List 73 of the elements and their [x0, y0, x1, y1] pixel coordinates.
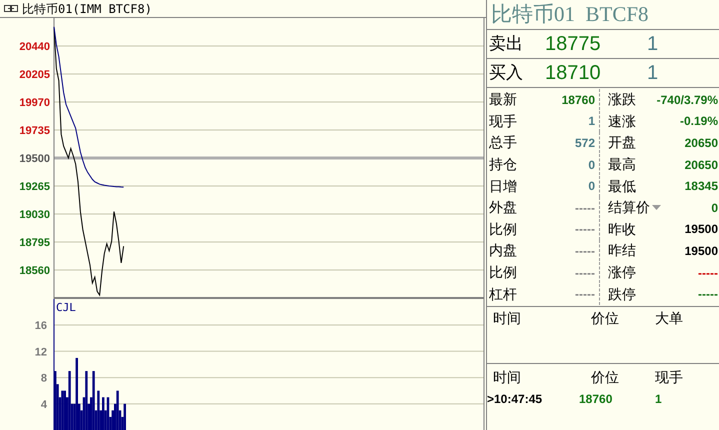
stat-label: 跌停	[608, 284, 636, 304]
order-volume: 1	[647, 32, 658, 57]
axis-label: 12	[34, 346, 47, 358]
order-label: 卖出	[489, 33, 524, 56]
stat-value: 18345	[684, 178, 718, 196]
stat-label: 比例	[489, 220, 517, 239]
stat-label: 持仓	[489, 155, 517, 174]
axis-label: 20440	[19, 41, 50, 53]
axis-label: 19970	[19, 97, 50, 109]
column-header: 大单	[655, 309, 683, 328]
stat-label: 结算价	[608, 198, 650, 218]
order-price: 18775	[545, 32, 602, 57]
stat-label: 最新	[489, 90, 517, 110]
axis-label: 19265	[19, 181, 50, 193]
stat-value: 20650	[684, 156, 718, 174]
stat-label: 开盘	[608, 133, 636, 152]
axis-label: 4	[40, 398, 47, 411]
stat-value: -----	[575, 286, 595, 304]
stat-value: 0	[588, 156, 595, 174]
stat-value: 18760	[562, 92, 595, 109]
stat-label: 现手	[489, 112, 517, 131]
indicator-label: CJL	[56, 301, 76, 314]
quote-title: 比特币01 BTCF8	[487, 0, 719, 30]
stat-label: 昨结	[608, 241, 636, 260]
link-icon[interactable]	[4, 5, 18, 12]
stat-value: -0.19%	[680, 113, 718, 130]
axis-label: 19030	[19, 209, 50, 221]
axis-label: 8	[40, 372, 47, 385]
stat-label: 速涨	[608, 112, 636, 131]
stat-label: 内盘	[489, 241, 517, 260]
axis-label: 18795	[19, 237, 50, 249]
stat-label: 涨跌	[608, 90, 636, 110]
trade-volume: 1	[655, 390, 662, 408]
stat-value: 19500	[684, 221, 718, 238]
column-header: 现手	[655, 368, 683, 388]
stat-value: -----	[575, 221, 595, 238]
stat-value: 572	[574, 134, 595, 152]
axis-label: 19500	[19, 153, 50, 165]
stat-value: -740/3.79%	[656, 92, 718, 109]
column-header: 时间	[493, 309, 522, 328]
stat-value: 20650	[684, 134, 718, 152]
stat-value: 19500	[684, 242, 718, 260]
dropdown-icon[interactable]	[652, 205, 661, 210]
trade-price: 18760	[579, 390, 614, 408]
stat-value: -----	[575, 200, 595, 217]
stat-value: -----	[698, 264, 718, 282]
stat-value: -----	[575, 264, 595, 282]
order-volume: 1	[647, 61, 658, 86]
axis-label: 16	[34, 320, 47, 332]
stat-label: 比例	[489, 263, 517, 282]
stat-label: 涨停	[608, 263, 636, 282]
stat-value: -----	[575, 242, 595, 260]
axis-label: 20205	[19, 69, 50, 81]
column-header: 价位	[591, 309, 620, 328]
axis-label: 19735	[19, 125, 50, 137]
column-header: 时间	[493, 368, 522, 388]
stat-label: 外盘	[489, 198, 517, 218]
stat-label: 日增	[489, 176, 517, 196]
stat-label: 最高	[608, 155, 636, 174]
stat-label: 昨收	[608, 220, 636, 239]
axis-label: 18560	[19, 265, 50, 277]
trade-time: >10:47:45	[487, 390, 544, 408]
order-price: 18710	[545, 61, 602, 86]
column-header: 价位	[591, 368, 620, 388]
stat-label: 总手	[489, 133, 517, 152]
stat-label: 杠杆	[489, 284, 517, 304]
chart-title: 比特币01(IMM BTCF8)	[22, 0, 152, 18]
stat-value: 1	[588, 113, 595, 130]
stat-value: 0	[711, 200, 718, 217]
stat-label: 最低	[608, 176, 636, 196]
order-label: 买入	[489, 62, 524, 84]
stat-value: 0	[588, 178, 595, 196]
stat-value: -----	[698, 286, 718, 304]
